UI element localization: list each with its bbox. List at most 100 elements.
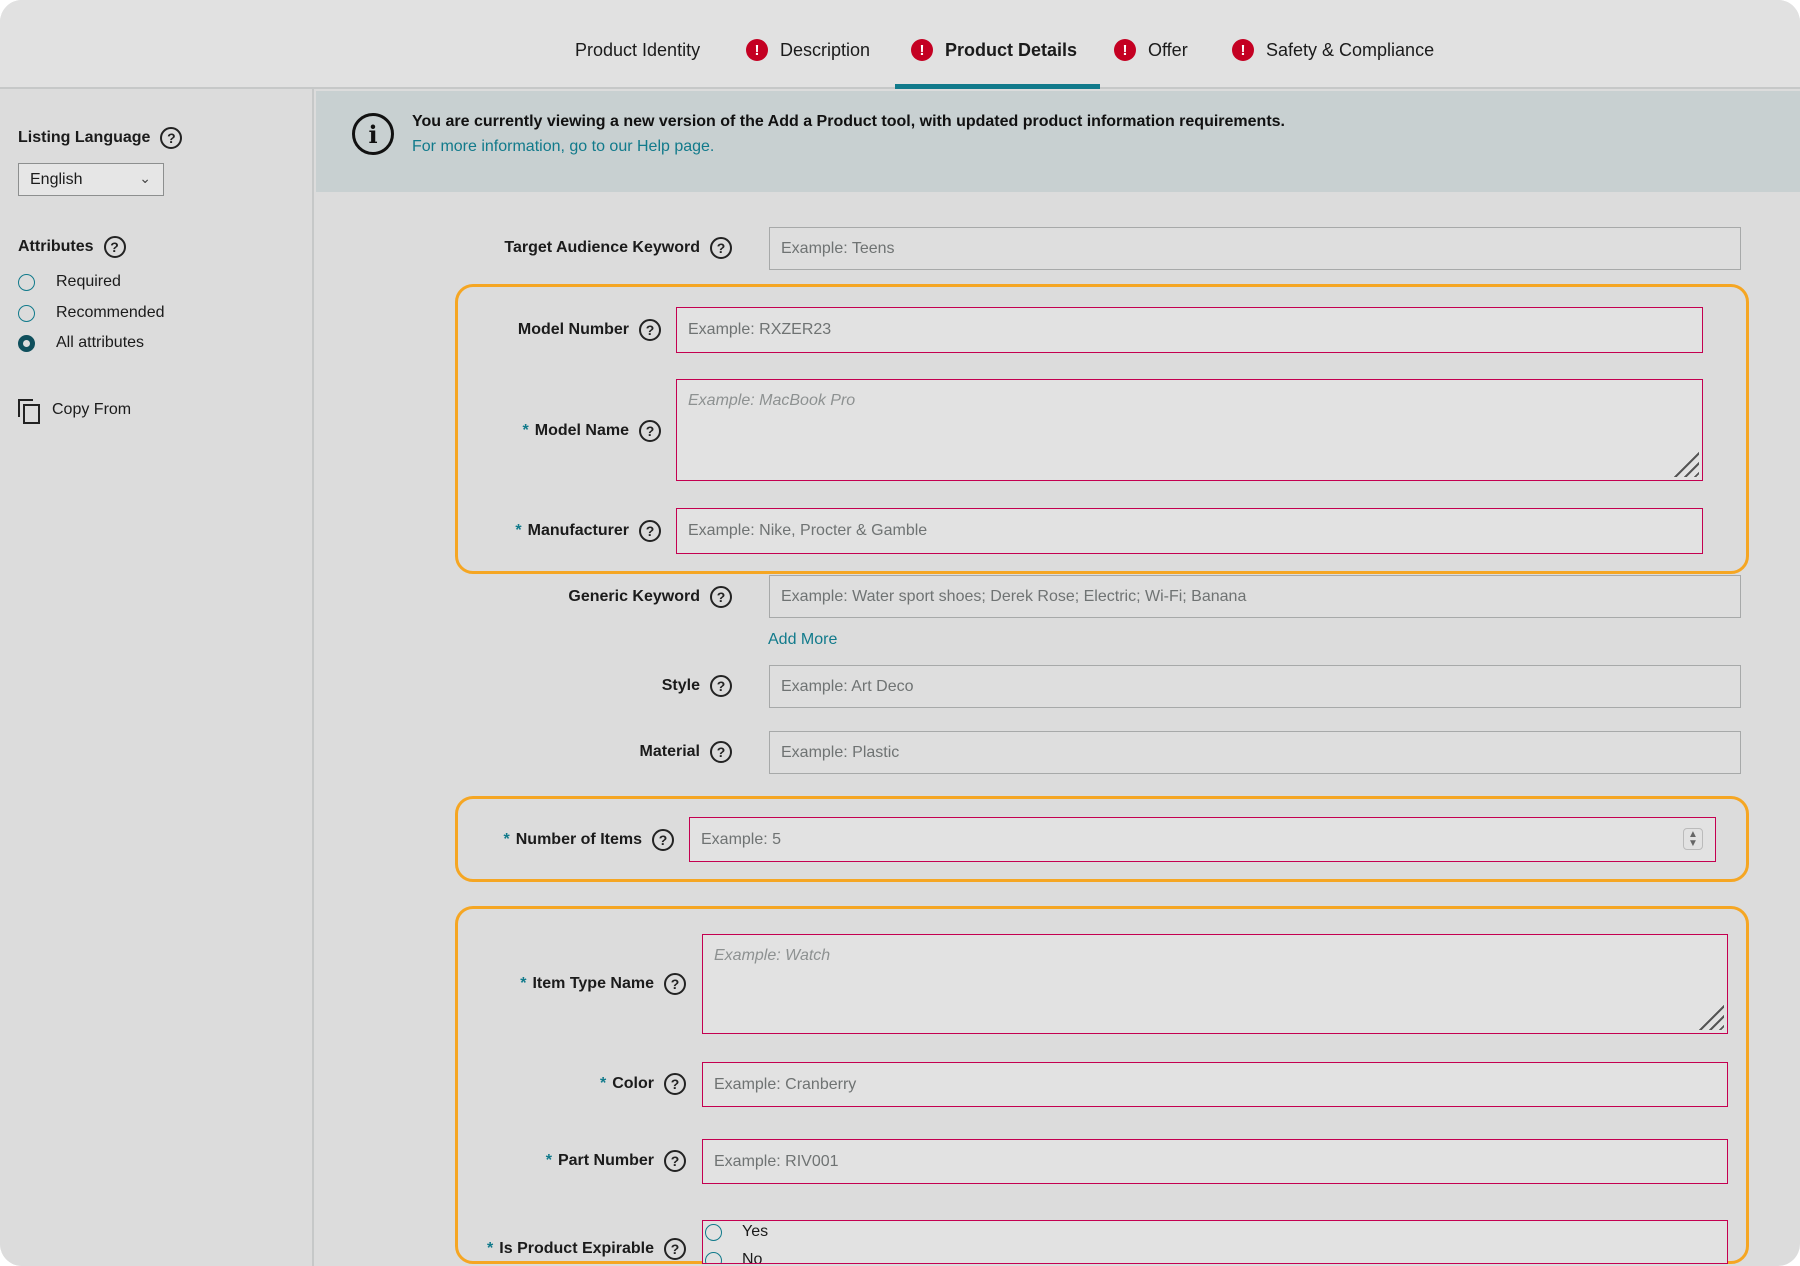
help-page-link[interactable]: For more information, go to our Help pag… [412, 138, 714, 156]
required-marker: * [515, 522, 522, 539]
language-select[interactable]: English ⌄ [18, 163, 164, 196]
info-icon: i [352, 113, 394, 155]
tab-label: Offer [1148, 39, 1188, 60]
add-more-link[interactable]: Add More [768, 631, 837, 649]
required-marker: * [599, 1075, 607, 1092]
help-icon[interactable]: ? [664, 1073, 686, 1095]
item-type-name-label: * Item Type Name ? [520, 970, 686, 998]
resize-handle-icon[interactable] [1673, 451, 1699, 477]
tab-product-details[interactable]: ! Product Details [911, 28, 1077, 72]
placeholder-text: Example: 5 [701, 830, 782, 848]
placeholder-text: Example: RXZER23 [688, 321, 832, 338]
required-marker: * [545, 1152, 552, 1169]
material-input[interactable]: Example: Plastic [769, 731, 1741, 774]
tab-product-identity[interactable]: Product Identity [575, 28, 700, 72]
color-label: * Color ? [600, 1070, 686, 1098]
manufacturer-label: * Manufacturer ? [515, 517, 661, 545]
label-text: Material [639, 743, 700, 760]
copy-icon [18, 399, 40, 424]
label-text: Style [661, 677, 700, 694]
banner-title: You are currently viewing a new version … [412, 113, 1285, 130]
radio-icon[interactable] [18, 273, 35, 291]
help-icon[interactable]: ? [664, 973, 686, 995]
help-icon[interactable]: ? [652, 829, 674, 851]
tab-label: Product Identity [575, 39, 701, 60]
radio-icon[interactable] [705, 1223, 722, 1241]
placeholder-text: Example: Plastic [781, 743, 900, 761]
label-text: Target Audience Keyword [504, 239, 700, 256]
radio-icon[interactable] [18, 304, 35, 322]
model-number-input[interactable]: Example: RXZER23 [676, 307, 1703, 353]
required-marker: * [520, 975, 527, 992]
model-name-textarea[interactable]: Example: MacBook Pro [676, 379, 1703, 481]
placeholder-text: Example: Watch [714, 947, 831, 964]
placeholder-text: Example: RIV001 [714, 1152, 839, 1170]
copy-from-label: Copy From [52, 401, 132, 418]
tab-description[interactable]: ! Description [746, 28, 870, 72]
help-icon[interactable]: ? [664, 1238, 686, 1260]
attribute-option-recommended[interactable]: Recommended [18, 304, 165, 322]
required-marker: * [503, 831, 510, 848]
help-icon[interactable]: ? [710, 237, 732, 259]
manufacturer-input[interactable]: Example: Nike, Procter & Gamble [676, 508, 1703, 554]
label-text: Item Type Name [532, 975, 654, 992]
stepper-icon[interactable]: ▲ ▼ [1683, 828, 1703, 850]
label-text: Model Number [517, 321, 629, 338]
attributes-label: Attributes [18, 238, 94, 255]
listing-language-label: Listing Language [18, 129, 151, 146]
option-label: Recommended [56, 304, 165, 321]
part-number-input[interactable]: Example: RIV001 [702, 1139, 1728, 1184]
item-type-name-textarea[interactable]: Example: Watch [702, 934, 1728, 1034]
help-icon[interactable]: ? [710, 741, 732, 763]
option-label: No [742, 1251, 763, 1264]
placeholder-text: Example: Nike, Procter & Gamble [688, 522, 928, 539]
help-icon[interactable]: ? [710, 586, 732, 608]
help-icon[interactable]: ? [639, 319, 661, 341]
help-icon[interactable]: ? [639, 520, 661, 542]
resize-handle-icon[interactable] [1698, 1004, 1724, 1030]
option-label: Yes [742, 1223, 769, 1240]
info-banner: i You are currently viewing a new versio… [316, 91, 1800, 192]
help-icon[interactable]: ? [664, 1150, 686, 1172]
tab-label: Product Details [945, 39, 1078, 60]
attributes-heading: Attributes ? [18, 236, 126, 258]
radio-icon[interactable] [705, 1251, 722, 1263]
error-icon: ! [746, 39, 768, 61]
attribute-option-all[interactable]: All attributes [18, 334, 144, 352]
style-input[interactable]: Example: Art Deco [769, 665, 1741, 708]
label-text: Color [612, 1075, 654, 1092]
attribute-option-required[interactable]: Required [18, 273, 121, 291]
expirable-option-no[interactable]: No [705, 1251, 763, 1264]
tab-bar: Product Identity ! Description ! Product… [0, 0, 1800, 89]
listing-language-heading: Listing Language ? [18, 127, 183, 149]
model-name-label: * Model Name ? [523, 417, 661, 445]
target-audience-input[interactable]: Example: Teens [769, 227, 1741, 270]
tab-label: Description [780, 39, 871, 60]
help-icon[interactable]: ? [639, 420, 661, 442]
label-text: Generic Keyword [568, 588, 700, 605]
error-icon: ! [1114, 39, 1136, 61]
option-label: Required [56, 273, 121, 290]
label-text: Manufacturer [527, 522, 629, 539]
placeholder-text: Example: Teens [781, 239, 895, 257]
help-icon[interactable]: ? [103, 236, 126, 258]
language-value: English [30, 170, 83, 188]
label-text: Is Product Expirable [499, 1240, 654, 1257]
generic-keyword-label: Generic Keyword ? [568, 583, 732, 611]
copy-from-button[interactable]: Copy From [18, 399, 132, 424]
placeholder-text: Example: Art Deco [781, 677, 914, 695]
tab-safety-compliance[interactable]: ! Safety & Compliance [1232, 28, 1434, 72]
option-label: All attributes [56, 334, 145, 351]
help-icon[interactable]: ? [160, 127, 183, 149]
color-input[interactable]: Example: Cranberry [702, 1062, 1728, 1107]
style-label: Style ? [662, 672, 732, 700]
expirable-option-yes[interactable]: Yes [705, 1223, 768, 1241]
model-number-label: Model Number ? [518, 316, 661, 344]
number-of-items-input[interactable]: Example: 5 ▲ ▼ [689, 817, 1716, 862]
label-text: Part Number [557, 1152, 654, 1169]
radio-selected-icon[interactable] [18, 334, 35, 352]
placeholder-text: Example: Water sport shoes; Derek Rose; … [781, 587, 1247, 605]
tab-offer[interactable]: ! Offer [1114, 28, 1188, 72]
help-icon[interactable]: ? [710, 675, 732, 697]
generic-keyword-input[interactable]: Example: Water sport shoes; Derek Rose; … [769, 575, 1741, 618]
